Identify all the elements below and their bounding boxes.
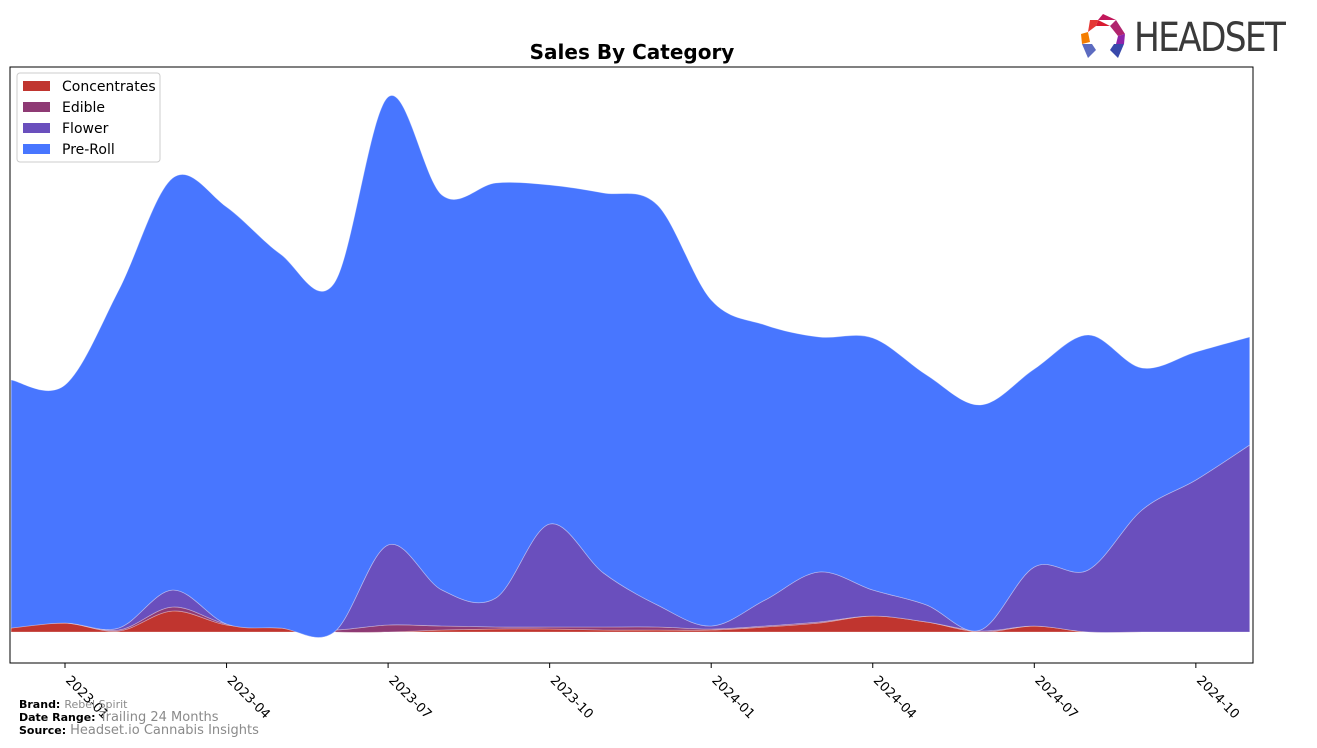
source-value: Headset.io Cannabis Insights (70, 723, 259, 738)
legend-label-concentrates: Concentrates (62, 79, 156, 95)
source-label: Source: (19, 724, 67, 737)
chart-title: Sales By Category (530, 40, 735, 64)
headset-logo-icon (1081, 14, 1125, 58)
legend-label-flower: Flower (62, 121, 109, 137)
legend-label-edible: Edible (62, 100, 105, 116)
x-tick-label: 2024-07 (1031, 673, 1080, 722)
x-tick-label: 2023-07 (385, 673, 434, 722)
sales-by-category-chart: Sales By Category 2023-01 2023-04 2023-07 2… (9, 40, 1254, 722)
legend: Concentrates Edible Flower Pre-Roll (16, 72, 161, 163)
area-pre-roll (10, 95, 1251, 638)
legend-label-pre-roll: Pre-Roll (62, 142, 115, 158)
x-tick-label: 2024-04 (870, 673, 919, 722)
x-tick-label: 2023-04 (224, 673, 273, 722)
legend-swatch-edible (23, 102, 50, 112)
footer-source: Source: Headset.io Cannabis Insights (19, 724, 259, 737)
x-tick-label: 2024-10 (1193, 673, 1242, 722)
legend-swatch-concentrates (23, 81, 50, 91)
headset-logo: HEADSET (1078, 12, 1308, 64)
plot-areas (10, 95, 1251, 638)
legend-swatch-pre-roll (23, 144, 50, 154)
brand-label: Brand: (19, 698, 61, 711)
x-tick-label: 2023-10 (547, 673, 596, 722)
x-tick-label: 2024-01 (708, 673, 757, 722)
headset-logo-text: HEADSET (1134, 15, 1286, 61)
legend-swatch-flower (23, 123, 50, 133)
x-axis: 2023-01 2023-04 2023-07 2023-10 2024-01 2024-… (62, 663, 1242, 722)
